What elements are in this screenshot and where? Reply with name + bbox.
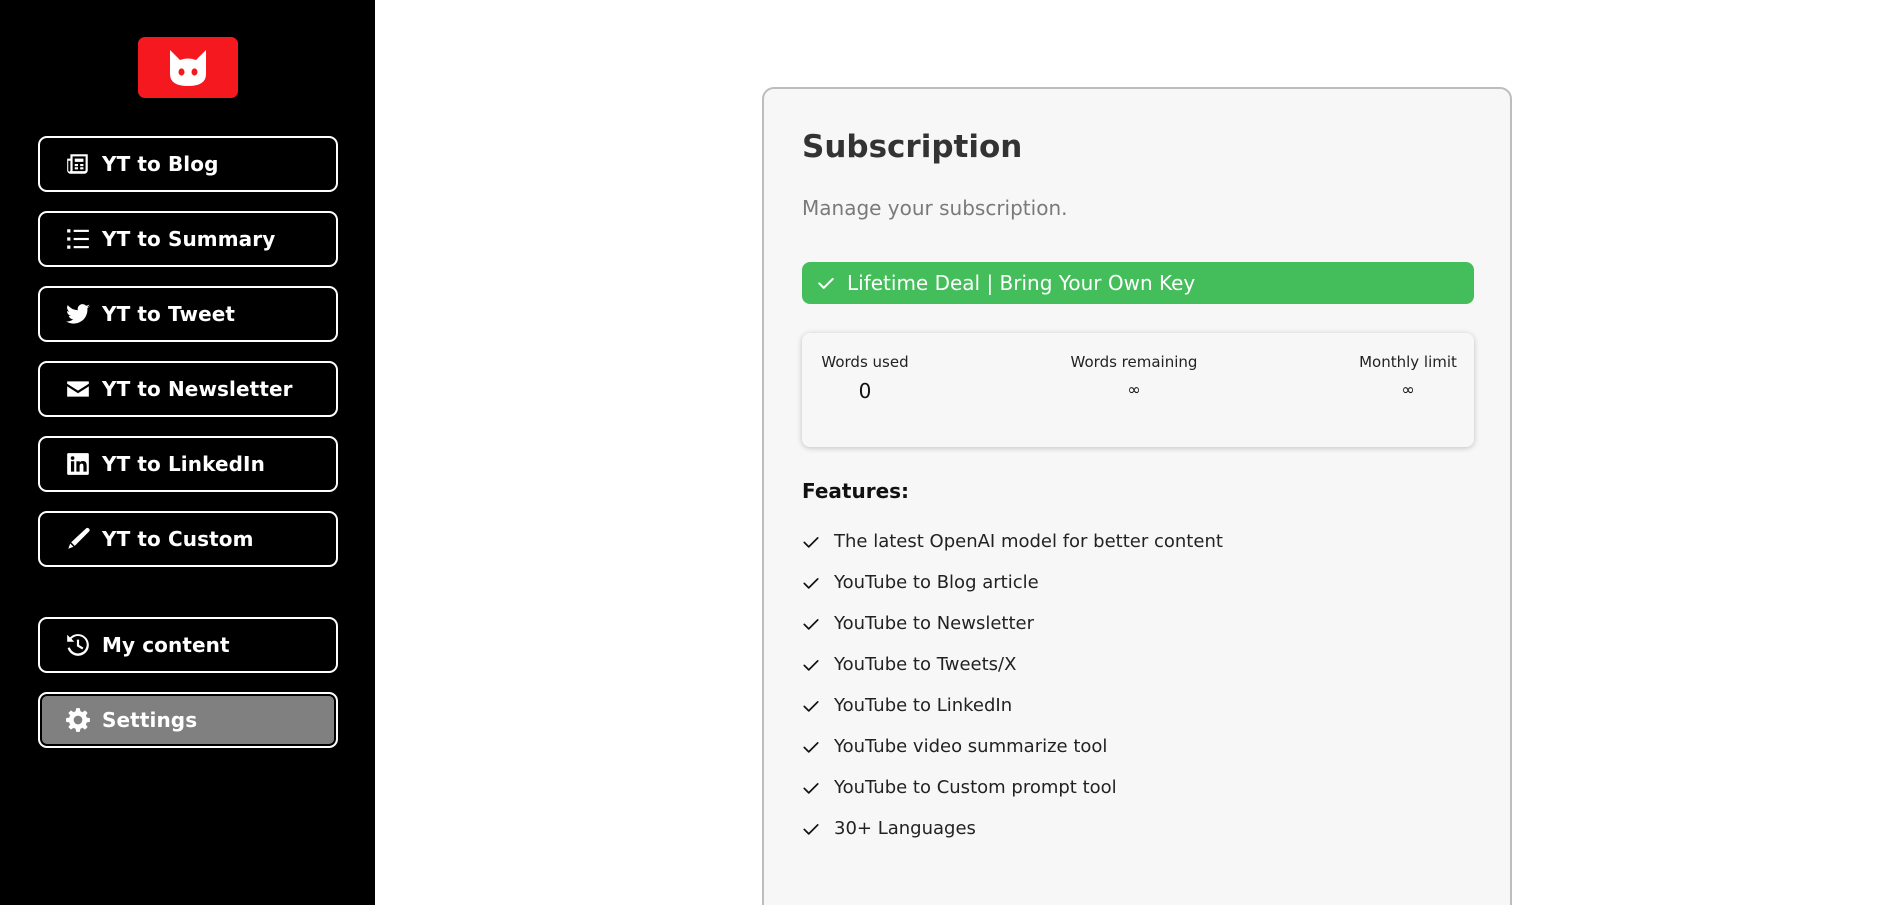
nav-yt-to-linkedin[interactable]: YT to LinkedIn — [38, 436, 338, 492]
stat-value: ∞ — [1401, 380, 1415, 399]
nav-yt-to-custom[interactable]: YT to Custom — [38, 511, 338, 567]
nav-label: My content — [102, 633, 230, 657]
stat-label: Words used — [821, 353, 909, 371]
check-icon — [803, 659, 819, 671]
check-icon — [803, 577, 819, 589]
nav-settings[interactable]: Settings — [38, 692, 338, 748]
check-icon — [803, 700, 819, 712]
stat-monthly-limit: Monthly limit ∞ — [1353, 353, 1463, 399]
check-icon — [803, 741, 819, 753]
nav-yt-to-blog[interactable]: YT to Blog — [38, 136, 338, 192]
check-icon — [803, 823, 819, 835]
nav-label: YT to Newsletter — [102, 377, 293, 401]
newspaper-icon — [64, 150, 92, 178]
stat-words-remaining: Words remaining ∞ — [1064, 353, 1204, 399]
nav-yt-to-tweet[interactable]: YT to Tweet — [38, 286, 338, 342]
features-list: The latest OpenAI model for better conte… — [802, 521, 1223, 849]
feature-text: YouTube to Blog article — [834, 572, 1039, 593]
stat-value: ∞ — [1127, 380, 1141, 399]
nav-label: Settings — [102, 708, 198, 732]
page-title: Subscription — [802, 129, 1023, 165]
linkedin-icon — [64, 450, 92, 478]
cat-logo-icon[interactable] — [138, 37, 238, 98]
feature-text: YouTube video summarize tool — [834, 736, 1108, 757]
stat-value: 0 — [858, 379, 872, 403]
sidebar: YT to Blog YT to Summary YT to Tweet YT … — [0, 0, 375, 905]
feature-item: YouTube video summarize tool — [802, 726, 1223, 767]
plan-label: Lifetime Deal | Bring Your Own Key — [847, 271, 1196, 295]
feature-item: YouTube to Blog article — [802, 562, 1223, 603]
feature-item: YouTube to Custom prompt tool — [802, 767, 1223, 808]
feature-item: YouTube to Tweets/X — [802, 644, 1223, 685]
stat-label: Words remaining — [1070, 353, 1198, 371]
gear-icon — [64, 706, 92, 734]
feature-text: The latest OpenAI model for better conte… — [834, 531, 1223, 552]
stat-label: Monthly limit — [1359, 353, 1457, 371]
nav-my-content[interactable]: My content — [38, 617, 338, 673]
nav-label: YT to Blog — [102, 152, 219, 176]
feature-text: YouTube to Custom prompt tool — [834, 777, 1117, 798]
nav-label: YT to LinkedIn — [102, 452, 265, 476]
features-title: Features: — [802, 479, 910, 503]
app-root: YT to Blog YT to Summary YT to Tweet YT … — [0, 0, 1900, 905]
plan-badge: Lifetime Deal | Bring Your Own Key — [802, 262, 1474, 304]
list-icon — [64, 225, 92, 253]
stat-words-used: Words used 0 — [820, 353, 910, 403]
feature-text: YouTube to LinkedIn — [834, 695, 1013, 716]
feature-item: YouTube to Newsletter — [802, 603, 1223, 644]
history-icon — [64, 631, 92, 659]
nav-label: YT to Summary — [102, 227, 276, 251]
feature-text: YouTube to Newsletter — [834, 613, 1035, 634]
nav-yt-to-summary[interactable]: YT to Summary — [38, 211, 338, 267]
subscription-card: Subscription Manage your subscription. L… — [762, 87, 1512, 905]
feature-item: The latest OpenAI model for better conte… — [802, 521, 1223, 562]
check-icon — [803, 618, 819, 630]
check-icon — [803, 782, 819, 794]
check-icon — [818, 277, 834, 289]
pen-icon — [64, 525, 92, 553]
feature-text: 30+ Languages — [834, 818, 976, 839]
twitter-icon — [64, 300, 92, 328]
nav-label: YT to Custom — [102, 527, 254, 551]
nav-label: YT to Tweet — [102, 302, 236, 326]
feature-item: YouTube to LinkedIn — [802, 685, 1223, 726]
envelope-icon — [64, 375, 92, 403]
feature-item: 30+ Languages — [802, 808, 1223, 849]
feature-text: YouTube to Tweets/X — [834, 654, 1017, 675]
nav-yt-to-newsletter[interactable]: YT to Newsletter — [38, 361, 338, 417]
check-icon — [803, 536, 819, 548]
usage-stats: Words used 0 Words remaining ∞ Monthly l… — [802, 333, 1474, 447]
page-subtitle: Manage your subscription. — [802, 196, 1068, 220]
